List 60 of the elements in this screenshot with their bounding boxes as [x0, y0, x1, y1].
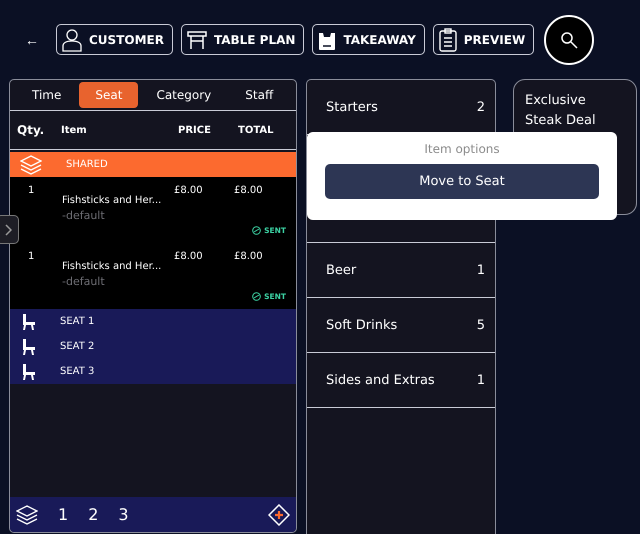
category-count: 1	[476, 262, 485, 278]
item-quantity: 1	[27, 251, 36, 262]
chair-icon	[22, 314, 36, 330]
category-item[interactable]: Soft Drinks 5	[307, 298, 495, 353]
toolbar-button[interactable]: PREVIEW	[432, 24, 534, 55]
column-header: PRICE	[178, 124, 212, 136]
category-item[interactable]: Sides and Extras 1	[307, 353, 495, 408]
seat-number-button[interactable]: 1	[58, 505, 68, 524]
toolbar-button[interactable]: TABLE PLAN	[180, 24, 304, 55]
item-total: £8.00	[234, 251, 264, 262]
side-handle[interactable]	[0, 215, 19, 244]
seat-number-button[interactable]: 2	[88, 505, 98, 524]
seat-row[interactable]: SEAT 2	[10, 334, 296, 359]
category-name: Sides and Extras	[326, 372, 435, 388]
column-header: Qty.	[17, 123, 46, 137]
seat-label: SEAT 2	[60, 341, 94, 352]
chair-icon	[22, 364, 36, 380]
item-name: Fishsticks and Her...	[62, 261, 162, 272]
category-name: Beer	[326, 262, 356, 278]
layers-icon	[16, 504, 38, 524]
category-count: 2	[476, 100, 485, 114]
add-seat-icon[interactable]	[268, 504, 290, 526]
sent-icon	[252, 226, 262, 235]
item-price: £8.00	[174, 251, 204, 262]
item-name: Fishsticks and Her...	[62, 195, 162, 206]
category-count: 5	[476, 318, 485, 332]
move-to-seat-button[interactable]: Move to Seat	[325, 164, 599, 199]
seat-number-button[interactable]: 3	[118, 505, 129, 524]
tab[interactable]: Staff	[229, 82, 290, 108]
item-price: £8.00	[174, 185, 204, 196]
person-icon	[61, 28, 83, 52]
chevron-icon	[4, 224, 12, 236]
item-quantity: 1	[27, 185, 36, 196]
item-total: £8.00	[234, 185, 264, 196]
clipboard-icon	[438, 28, 458, 52]
column-header: TOTAL	[238, 124, 274, 136]
popup-title: Item options	[424, 142, 500, 156]
category-item[interactable]: Beer 1	[307, 243, 495, 298]
seat-row[interactable]: SEAT 3	[10, 359, 296, 384]
seat-label: SEAT 3	[60, 366, 94, 377]
category-name: Starters	[326, 100, 378, 114]
category-count: 1	[476, 372, 485, 388]
seat-row[interactable]: SEAT 1	[10, 309, 296, 334]
back-button[interactable]: ←	[22, 32, 42, 48]
search-icon	[560, 30, 578, 48]
seat-label: SEAT 1	[60, 316, 94, 327]
item-modifier: -default	[62, 275, 106, 288]
category-name: Soft Drinks	[326, 318, 398, 332]
layers-icon	[20, 154, 42, 174]
sent-icon	[252, 292, 262, 301]
chair-icon	[22, 338, 36, 354]
table-icon	[186, 30, 208, 50]
toolbar-button[interactable]: CUSTOMER	[56, 24, 173, 55]
item-modifier: -default	[62, 209, 106, 222]
toolbar-button[interactable]: TAKEAWAY	[312, 24, 425, 55]
deal-title: Exclusive Steak Deal	[525, 93, 596, 128]
group-label: SHARED	[66, 159, 108, 170]
column-header: Item	[61, 124, 88, 136]
tab[interactable]: Category	[140, 82, 228, 108]
tab[interactable]: Time	[16, 82, 78, 108]
